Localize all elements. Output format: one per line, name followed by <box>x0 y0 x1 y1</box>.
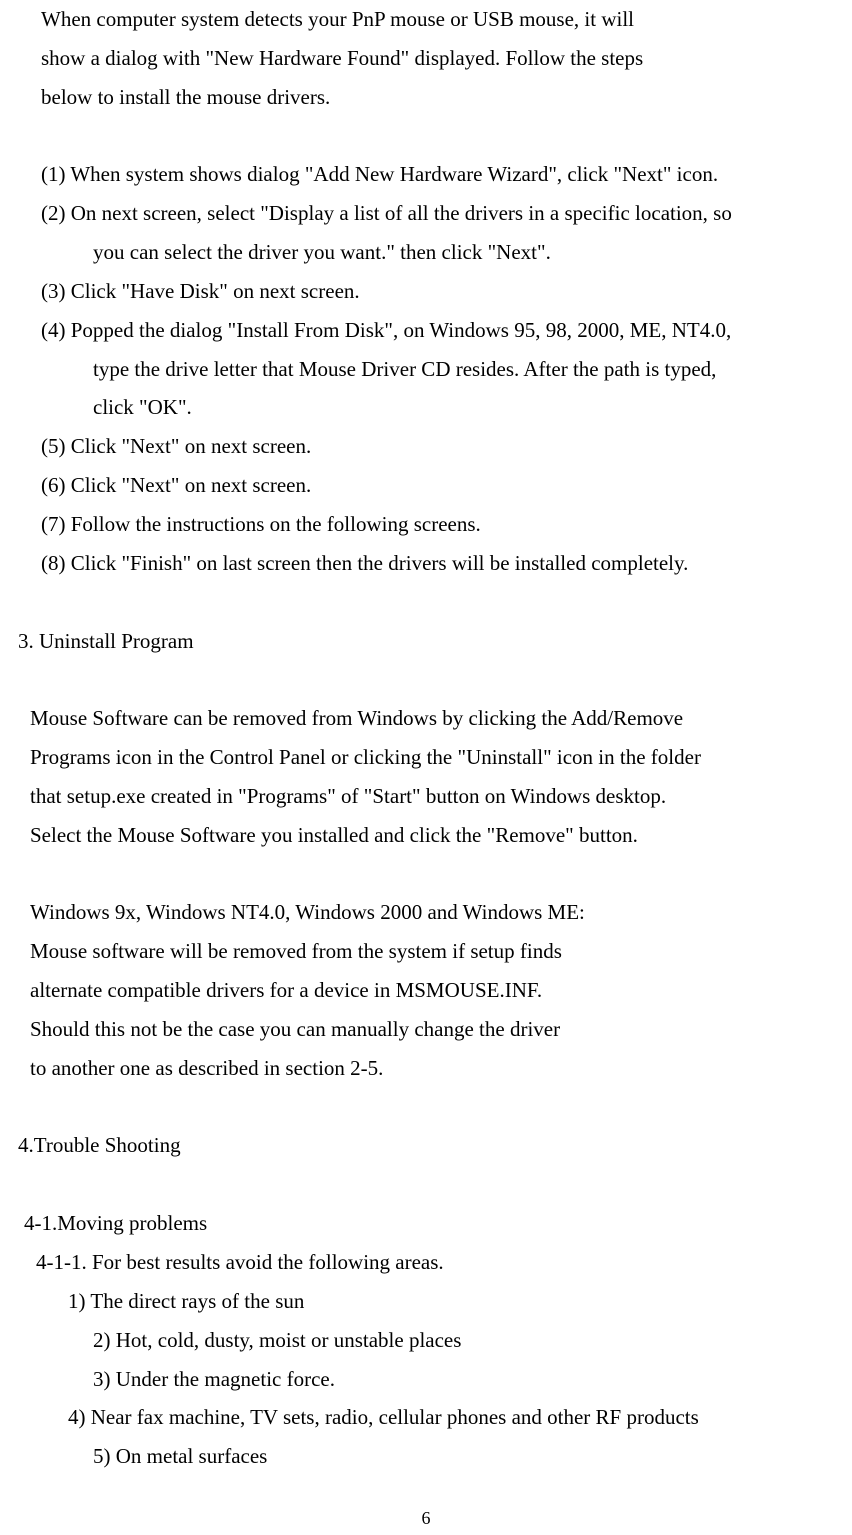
body-line: Mouse Software can be removed from Windo… <box>30 699 834 738</box>
body-line: Windows 9x, Windows NT4.0, Windows 2000 … <box>30 893 834 932</box>
blank-line <box>18 660 834 699</box>
intro-line: When computer system detects your PnP mo… <box>41 0 834 39</box>
step-item: (2) On next screen, select "Display a li… <box>41 194 834 233</box>
blank-line <box>18 117 834 156</box>
body-line: that setup.exe created in "Programs" of … <box>30 777 834 816</box>
list-item: 1) The direct rays of the sun <box>68 1282 834 1321</box>
step-item: (3) Click "Have Disk" on next screen. <box>41 272 834 311</box>
body-line: Should this not be the case you can manu… <box>30 1010 834 1049</box>
section-heading-uninstall: 3. Uninstall Program <box>18 622 834 661</box>
list-item: 2) Hot, cold, dusty, moist or unstable p… <box>93 1321 834 1360</box>
list-item: 3) Under the magnetic force. <box>93 1360 834 1399</box>
step-item: (7) Follow the instructions on the follo… <box>41 505 834 544</box>
step-item: (5) Click "Next" on next screen. <box>41 427 834 466</box>
section-heading-troubleshooting: 4.Trouble Shooting <box>18 1126 834 1165</box>
step-item: (4) Popped the dialog "Install From Disk… <box>41 311 834 350</box>
step-item: (6) Click "Next" on next screen. <box>41 466 834 505</box>
body-line: Programs icon in the Control Panel or cl… <box>30 738 834 777</box>
subsection-heading: 4-1.Moving problems <box>24 1204 834 1243</box>
blank-line <box>18 855 834 894</box>
blank-line <box>18 1165 834 1204</box>
document-page: When computer system detects your PnP mo… <box>0 0 852 1535</box>
page-number: 6 <box>18 1502 834 1535</box>
body-line: Mouse software will be removed from the … <box>30 932 834 971</box>
list-item: 5) On metal surfaces <box>93 1437 834 1476</box>
step-continuation: type the drive letter that Mouse Driver … <box>93 350 834 389</box>
step-item: (1) When system shows dialog "Add New Ha… <box>41 155 834 194</box>
body-line: Select the Mouse Software you installed … <box>30 816 834 855</box>
step-continuation: click "OK". <box>93 388 834 427</box>
list-item: 4) Near fax machine, TV sets, radio, cel… <box>68 1398 834 1437</box>
body-line: alternate compatible drivers for a devic… <box>30 971 834 1010</box>
blank-line <box>18 583 834 622</box>
step-continuation: you can select the driver you want." the… <box>93 233 834 272</box>
body-line: to another one as described in section 2… <box>30 1049 834 1088</box>
sub-subsection-heading: 4-1-1. For best results avoid the follow… <box>36 1243 834 1282</box>
intro-line: below to install the mouse drivers. <box>41 78 834 117</box>
blank-line <box>18 1088 834 1127</box>
step-item: (8) Click "Finish" on last screen then t… <box>41 544 834 583</box>
intro-line: show a dialog with "New Hardware Found" … <box>41 39 834 78</box>
